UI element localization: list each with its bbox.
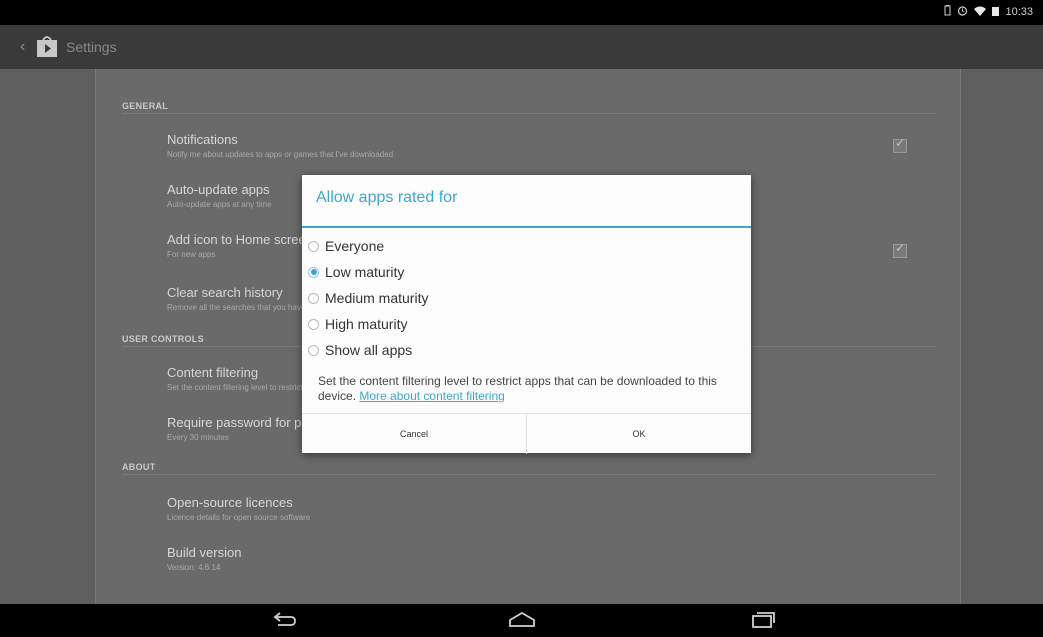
setting-title: Build version (167, 545, 242, 560)
option-low-maturity[interactable]: Low maturity (308, 261, 404, 283)
checkmark-icon: ✓ (895, 136, 906, 150)
setting-title: Notifications (167, 132, 238, 147)
section-title-about: ABOUT (122, 462, 156, 472)
option-label: Medium maturity (325, 290, 429, 306)
ok-button[interactable]: OK (527, 414, 751, 454)
action-bar: ‹ Settings (0, 25, 1043, 69)
option-medium-maturity[interactable]: Medium maturity (308, 287, 428, 309)
up-arrow-icon[interactable]: ‹ (20, 39, 25, 55)
alarm-icon (957, 5, 968, 19)
option-high-maturity[interactable]: High maturity (308, 313, 407, 335)
back-nav-icon[interactable] (272, 610, 298, 635)
option-everyone[interactable]: Everyone (308, 235, 384, 257)
option-show-all-apps[interactable]: Show all apps (308, 339, 412, 361)
setting-subtitle: Notify me about updates to apps or games… (167, 150, 394, 159)
status-bar: 10:33 (0, 0, 1043, 25)
signal-icon (992, 5, 1000, 19)
setting-open-source[interactable]: Open-source licences Licence details for… (167, 495, 927, 524)
navigation-bar (0, 604, 1043, 637)
battery-icon (944, 5, 951, 19)
radio-button-selected[interactable] (308, 266, 319, 278)
setting-subtitle: Licence details for open source software (167, 513, 311, 522)
section-title-general: GENERAL (122, 101, 169, 111)
cancel-button[interactable]: Cancel (302, 414, 527, 454)
checkmark-icon: ✓ (895, 241, 906, 255)
dialog-description: Set the content filtering level to restr… (318, 374, 738, 404)
section-divider (122, 113, 937, 114)
dialog-title-divider (302, 226, 751, 228)
radio-button[interactable] (308, 344, 319, 356)
home-nav-icon[interactable] (508, 610, 536, 635)
option-label: High maturity (325, 316, 408, 332)
radio-button[interactable] (308, 292, 319, 304)
clock-text: 10:33 (1005, 6, 1033, 18)
option-label: Show all apps (325, 342, 413, 358)
status-icons: 10:33 (944, 5, 1033, 19)
add-icon-checkbox[interactable]: ✓ (893, 241, 907, 258)
setting-notifications[interactable]: Notifications Notify me about updates to… (167, 132, 927, 161)
radio-button[interactable] (308, 240, 319, 252)
setting-title: Open-source licences (167, 495, 293, 510)
dialog-title: Allow apps rated for (316, 189, 458, 206)
dialog-button-bar: Cancel OK (302, 413, 751, 454)
setting-subtitle: Version: 4.6.14 (167, 563, 221, 572)
play-store-icon[interactable] (35, 35, 59, 62)
radio-button[interactable] (308, 318, 319, 330)
content-filtering-link[interactable]: More about content filtering (359, 389, 504, 403)
notifications-checkbox[interactable]: ✓ (893, 136, 907, 153)
section-divider (122, 474, 937, 475)
wifi-icon (974, 6, 987, 19)
recents-nav-icon[interactable] (750, 610, 776, 635)
setting-build-version[interactable]: Build version Version: 4.6.14 (167, 545, 927, 574)
page-title: Settings (66, 39, 117, 55)
section-title-user-controls: USER CONTROLS (122, 334, 204, 344)
option-label: Low maturity (325, 264, 405, 280)
content-rating-dialog: Allow apps rated for Everyone Low maturi… (302, 175, 751, 454)
option-label: Everyone (325, 238, 385, 254)
